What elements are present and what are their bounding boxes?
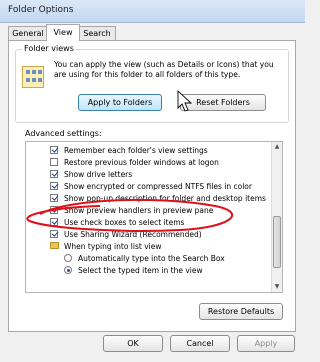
ok-button[interactable]: OK: [103, 335, 163, 352]
scroll-thumb[interactable]: [273, 216, 281, 268]
checkbox[interactable]: [50, 230, 58, 238]
folder-views-description: You can apply the view (such as Details …: [54, 60, 274, 79]
folder-icon: [50, 242, 59, 249]
checkbox[interactable]: [50, 218, 58, 226]
view-tab-panel: Folder views You can apply the view (suc…: [8, 40, 296, 332]
advanced-settings-list[interactable]: Remember each folder's view settings Res…: [25, 141, 283, 293]
checkbox[interactable]: [50, 194, 58, 202]
setting-label: Use check boxes to select items: [64, 218, 185, 227]
title-bar[interactable]: Folder Options: [0, 0, 305, 23]
checkbox[interactable]: [50, 170, 58, 178]
setting-label: Use Sharing Wizard (Recommended): [64, 230, 202, 239]
restore-defaults-button[interactable]: Restore Defaults: [199, 303, 283, 320]
checkbox[interactable]: [50, 146, 58, 154]
checkbox[interactable]: [50, 182, 58, 190]
setting-label: Remember each folder's view settings: [64, 146, 208, 155]
reset-folders-button[interactable]: Reset Folders: [180, 94, 266, 111]
cancel-button[interactable]: Cancel: [170, 335, 230, 352]
scroll-down-icon[interactable]: ▼: [272, 282, 282, 292]
radio-button[interactable]: [64, 266, 72, 274]
folder-views-group: Folder views You can apply the view (suc…: [15, 44, 289, 123]
vertical-scrollbar[interactable]: ▲ ▼: [271, 142, 282, 292]
radio-button[interactable]: [64, 254, 72, 262]
folder-views-label: Folder views: [22, 44, 76, 53]
checkbox[interactable]: [50, 206, 58, 214]
setting-label: Select the typed item in the view: [78, 266, 203, 275]
setting-label: When typing into list view: [64, 242, 162, 251]
window-title: Folder Options: [8, 5, 74, 15]
scroll-up-icon[interactable]: ▲: [272, 142, 282, 152]
folder-views-icon: [22, 66, 44, 88]
apply-to-folders-button[interactable]: Apply to Folders: [78, 94, 162, 111]
apply-button[interactable]: Apply: [237, 335, 295, 352]
tab-view[interactable]: View: [46, 24, 80, 41]
setting-label: Show encrypted or compressed NTFS files …: [64, 182, 252, 191]
tab-search[interactable]: Search: [78, 26, 116, 40]
setting-label: Automatically type into the Search Box: [78, 254, 225, 263]
tab-general[interactable]: General: [8, 26, 48, 40]
setting-label: Show preview handlers in preview pane: [64, 206, 214, 215]
setting-label: Show pop-up description for folder and d…: [64, 194, 266, 203]
advanced-settings-label: Advanced settings:: [25, 129, 102, 138]
setting-label: Show drive letters: [64, 170, 133, 179]
setting-label: Restore previous folder windows at logon: [64, 158, 219, 167]
checkbox[interactable]: [50, 158, 58, 166]
